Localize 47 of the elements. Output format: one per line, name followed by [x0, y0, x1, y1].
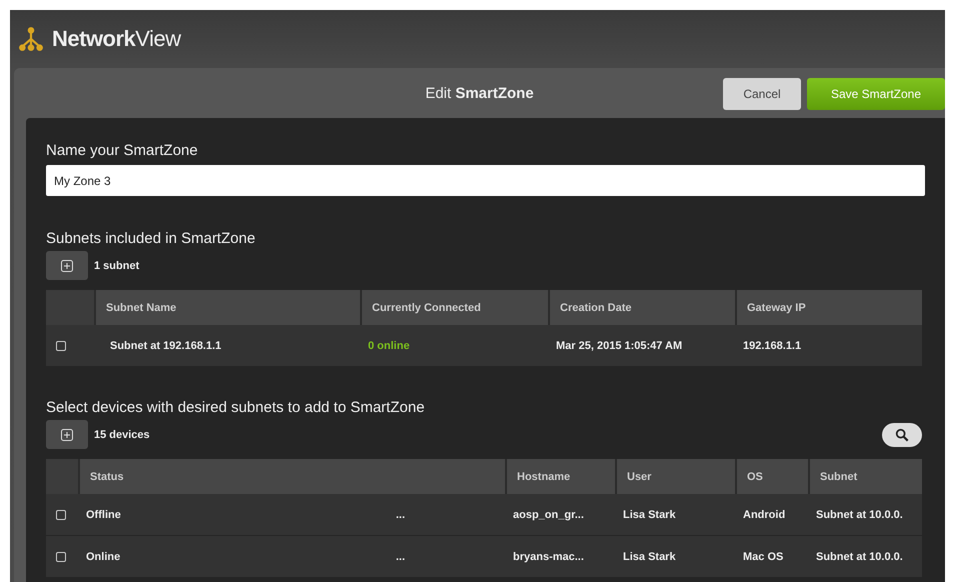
- table-row[interactable]: Online ... bryans-mac... Lisa Stark Mac OS Subnet at 10.0.0.: [46, 536, 922, 578]
- table-cell-text: 0 online: [367, 338, 411, 354]
- table-cell-text: 192.168.1.1: [742, 338, 802, 354]
- plus-icon: [61, 260, 73, 272]
- table-cell-text: Offline: [85, 508, 122, 522]
- field-label: Name your SmartZone: [46, 142, 199, 159]
- table-cell-text: Subnet at 10.0.0.: [815, 508, 904, 522]
- add-button[interactable]: [46, 420, 88, 449]
- table-cell-text: Subnet at 192.168.1.1: [109, 338, 222, 354]
- search-button[interactable]: [882, 422, 922, 446]
- column-header: Hostname: [505, 459, 615, 494]
- table-cell-text: Mac OS: [742, 550, 784, 564]
- search-icon: [895, 428, 909, 442]
- network-logo-icon: [18, 26, 44, 52]
- add-button[interactable]: [46, 251, 88, 280]
- column-header: Subnet: [808, 459, 922, 494]
- table-cell-text: ...: [394, 550, 406, 564]
- table-cell-text: Lisa Stark: [622, 550, 677, 564]
- table-cell-text: aosp_on_gr...: [512, 508, 585, 522]
- section-heading: Subnets included in SmartZone: [46, 230, 256, 247]
- column-header: Subnet Name: [94, 290, 360, 325]
- table-cell-text: Subnet at 10.0.0.: [815, 550, 904, 564]
- table-row[interactable]: Offline ... aosp_on_gr... Lisa Stark Android Subnet at 10.0.0.: [46, 494, 922, 536]
- column-header: Currently Connected: [360, 290, 548, 325]
- table-cell-text: Mar 25, 2015 1:05:47 AM: [555, 338, 684, 354]
- column-header: Status: [78, 459, 505, 494]
- column-header: User: [615, 459, 735, 494]
- subnet-count: 1 subnet: [94, 260, 140, 272]
- table-cell-text: Lisa Stark: [622, 508, 677, 522]
- column-header: Creation Date: [548, 290, 735, 325]
- device-count: 15 devices: [94, 428, 150, 440]
- checkbox[interactable]: [56, 552, 66, 562]
- app-title: NetworkView: [52, 26, 181, 52]
- cancel-button[interactable]: Cancel: [723, 78, 801, 110]
- dialog-title: Edit SmartZone: [425, 84, 534, 102]
- checkbox[interactable]: [56, 340, 66, 350]
- column-header: Gateway IP: [735, 290, 922, 325]
- table-cell-text: Android: [742, 508, 786, 522]
- section-heading: Select devices with desired subnets to add to SmartZone: [46, 399, 426, 416]
- table-cell-text: ...: [394, 508, 406, 522]
- table-row[interactable]: Subnet at 192.168.1.1 0 online Mar 25, 2015 1:05:47 AM 192.168.1.1: [46, 325, 922, 367]
- plus-icon: [61, 428, 73, 440]
- table-cell-text: bryans-mac...: [512, 550, 585, 564]
- name-input-field[interactable]: My Zone 3: [46, 165, 925, 196]
- checkbox[interactable]: [56, 510, 66, 520]
- column-header: OS: [735, 459, 808, 494]
- table-cell-text: Online: [85, 550, 122, 564]
